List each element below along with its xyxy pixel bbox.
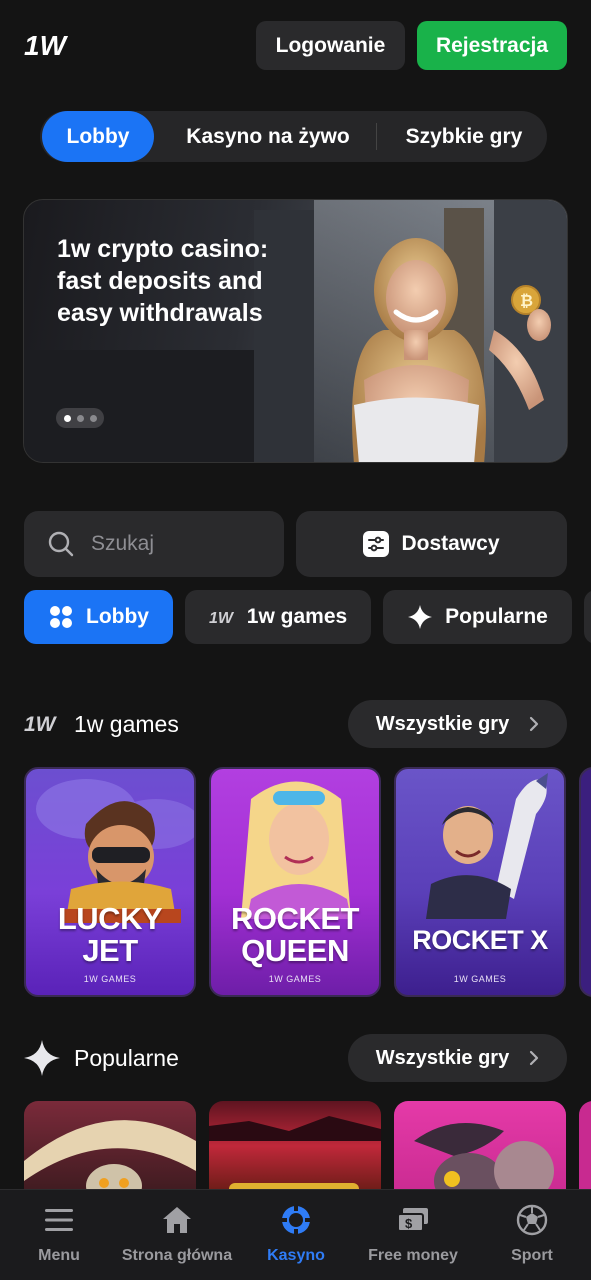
game-title-line: QUEEN (241, 933, 349, 968)
search-placeholder: Szukaj (91, 532, 155, 555)
game-title-line: LUCKY (57, 901, 163, 936)
1win-logo[interactable]: 1W (24, 30, 76, 60)
svg-text:₿: ₿ (520, 292, 533, 310)
popular-game-card[interactable] (394, 1101, 566, 1201)
svg-text:1W: 1W (24, 713, 58, 735)
segment-divider (376, 123, 377, 150)
soccer-ball-icon (515, 1203, 549, 1237)
filter-sliders-icon (363, 531, 390, 557)
popular-game-card[interactable] (24, 1101, 196, 1201)
segment-lobby[interactable]: Lobby (42, 111, 154, 162)
segment-quick-games[interactable]: Szybkie gry (384, 111, 544, 162)
game-title-line: JET (82, 933, 138, 968)
see-all-popular-button[interactable]: Wszystkie gry (348, 1034, 567, 1082)
svg-text:1W: 1W (24, 30, 69, 60)
section-popular-label: Popularne (74, 1044, 179, 1071)
game-card-partial[interactable] (579, 767, 591, 997)
sunset-slot-art (209, 1116, 381, 1201)
svg-text:1W: 1W (209, 610, 235, 626)
sparkle-icon (24, 1040, 60, 1076)
carousel-dot[interactable] (89, 414, 97, 422)
svg-text:$: $ (405, 1216, 413, 1231)
grid-icon (50, 606, 72, 628)
chip-lobby-label: Lobby (86, 605, 149, 628)
see-all-1w-games-button[interactable]: Wszystkie gry (348, 700, 567, 748)
tab-sport-label: Sport (511, 1247, 553, 1264)
category-segmented-control: Lobby Kasyno na żywo Szybkie gry (40, 111, 547, 162)
providers-button[interactable]: Dostawcy (296, 511, 567, 577)
banner-title: 1w crypto casino: fast deposits and easy… (57, 235, 269, 327)
tab-home[interactable]: Strona główna (117, 1190, 237, 1280)
1w-logo-icon: 1W (209, 610, 235, 626)
home-icon (160, 1203, 194, 1237)
segment-live-casino[interactable]: Kasyno na żywo (168, 111, 368, 162)
chip-lobby[interactable]: Lobby (24, 590, 173, 644)
see-all-label: Wszystkie gry (375, 1046, 510, 1069)
search-icon (48, 531, 74, 557)
chip-1w-games[interactable]: 1W 1w games (185, 590, 371, 644)
menu-icon (42, 1203, 76, 1237)
tab-free-money[interactable]: $ Free money (357, 1190, 469, 1280)
promo-banner[interactable]: ₿ 1w crypto casino: fast deposits and ea… (23, 199, 568, 463)
section-popular-title: Popularne (24, 1034, 179, 1082)
game-provider: 1W GAMES (453, 974, 507, 984)
sombrero-skull-art (24, 1120, 196, 1201)
tab-menu[interactable]: Menu (17, 1190, 101, 1280)
game-title-line: ROCKET X (412, 925, 548, 955)
popular-game-card-partial[interactable] (579, 1101, 591, 1201)
chip-more[interactable] (584, 590, 591, 644)
game-card-rocket-x[interactable]: ROCKET X 1W GAMES (394, 767, 566, 997)
game-card-rocket-queen[interactable]: ROCKET QUEEN 1W GAMES (209, 767, 381, 997)
carousel-dot[interactable] (76, 414, 84, 422)
register-button[interactable]: Rejestracja (417, 21, 567, 70)
bottom-tab-bar: Menu Strona główna Kasyno $ Free money S… (0, 1189, 591, 1280)
carousel-dot-active[interactable] (63, 414, 71, 422)
character-slot-art (414, 1123, 554, 1201)
chevron-right-icon (530, 1050, 539, 1066)
rocket-x-art (426, 773, 548, 919)
providers-label: Dostawcy (401, 532, 500, 555)
popular-game-card[interactable] (209, 1101, 381, 1201)
1w-logo-icon: 1W (24, 713, 58, 735)
chevron-right-icon (530, 716, 539, 732)
login-button[interactable]: Logowanie (256, 21, 405, 70)
game-card-lucky-jet[interactable]: LUCKY JET 1W GAMES (24, 767, 196, 997)
search-input[interactable]: Szukaj (24, 511, 284, 577)
game-title-line: ROCKET (231, 901, 359, 936)
see-all-label: Wszystkie gry (375, 712, 510, 735)
section-1w-games-title: 1W 1w games (24, 700, 179, 748)
tab-free-money-label: Free money (368, 1247, 458, 1264)
money-icon: $ (396, 1203, 430, 1237)
tab-casino[interactable]: Kasyno (253, 1190, 339, 1280)
chip-1w-games-label: 1w games (246, 605, 348, 628)
tab-casino-label: Kasyno (267, 1247, 325, 1264)
carousel-dots[interactable] (56, 408, 104, 428)
tab-sport[interactable]: Sport (490, 1190, 574, 1280)
game-provider: 1W GAMES (268, 974, 322, 984)
section-1w-games-label: 1w games (74, 710, 179, 737)
game-provider: 1W GAMES (83, 974, 137, 984)
casino-chip-icon (279, 1203, 313, 1237)
chip-popular-label: Popularne (445, 605, 548, 628)
chip-popular[interactable]: Popularne (383, 590, 572, 644)
tab-menu-label: Menu (38, 1247, 80, 1264)
tab-home-label: Strona główna (121, 1247, 233, 1264)
header: 1W Logowanie Rejestracja (0, 0, 591, 90)
sparkle-icon (408, 605, 433, 629)
